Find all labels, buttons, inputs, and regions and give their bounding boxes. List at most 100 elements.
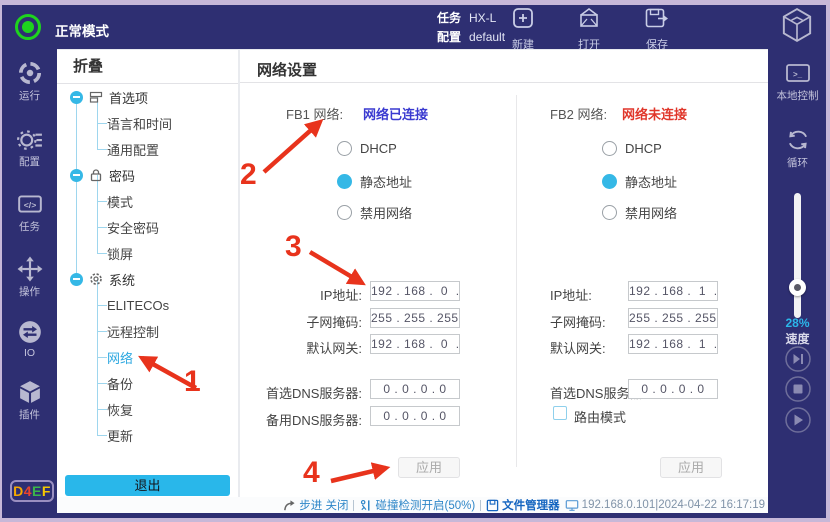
separator bbox=[353, 500, 354, 511]
fb1-mask-input[interactable] bbox=[370, 308, 460, 328]
sidebar-item-task[interactable]: </> 任务 bbox=[2, 191, 57, 234]
collision-detection-status[interactable]: 碰撞检测开启(50%) bbox=[359, 497, 475, 513]
sidebar-item-configure[interactable]: 配置 bbox=[2, 126, 57, 169]
fb2-dns1-input[interactable] bbox=[628, 379, 718, 399]
step-mode-status[interactable]: 步进 关闭 bbox=[283, 497, 348, 513]
fb2-mask-input[interactable] bbox=[628, 308, 718, 328]
fb1-dns1-label: 首选DNS服务器: bbox=[240, 383, 362, 402]
tree-node-label: 首选项 bbox=[109, 88, 148, 107]
fb2-radio-disable[interactable]: 禁用网络 bbox=[602, 204, 677, 220]
separator bbox=[480, 500, 481, 511]
status-bar: 步进 关闭 碰撞检测开启(50%) 文件管理器 192.168.0.101 bbox=[57, 497, 768, 513]
file-manager-icon bbox=[486, 499, 499, 512]
robot-controller-window: 正常模式 任务HX-L 配置default 新建 打开 保存 bbox=[0, 0, 830, 522]
tree-node-network-selected[interactable]: 网络 bbox=[57, 344, 238, 370]
safety-checksum-badge[interactable]: D4EF bbox=[10, 480, 54, 502]
fb1-gateway-input[interactable] bbox=[370, 334, 460, 354]
radio-unselected-icon[interactable] bbox=[602, 141, 617, 156]
radio-selected-icon[interactable] bbox=[337, 174, 352, 189]
fb1-radio-dhcp[interactable]: DHCP bbox=[337, 140, 397, 156]
fb1-radio-disable[interactable]: 禁用网络 bbox=[337, 204, 412, 220]
task-value: HX-L bbox=[469, 11, 496, 25]
plugin-cube-icon bbox=[17, 379, 43, 405]
play-button[interactable] bbox=[785, 407, 811, 433]
local-control-item[interactable]: >_ 本地控制 bbox=[769, 62, 826, 103]
collapse-minus-icon[interactable] bbox=[70, 273, 83, 286]
fb2-ip-input[interactable] bbox=[628, 281, 718, 301]
stop-icon bbox=[785, 376, 811, 402]
tree-node-security-password[interactable]: 安全密码 bbox=[57, 214, 238, 240]
exit-button[interactable]: 退出 bbox=[65, 475, 230, 496]
tree-node-system[interactable]: 系统 bbox=[57, 266, 238, 292]
fb2-gateway-input[interactable] bbox=[628, 334, 718, 354]
fb1-network-label: FB1 网络: bbox=[286, 104, 343, 123]
tree-node-elitecos[interactable]: ELITECOs bbox=[57, 292, 238, 318]
mode-indicator-icon[interactable] bbox=[15, 14, 41, 40]
fb2-radio-dhcp[interactable]: DHCP bbox=[602, 140, 662, 156]
collapse-minus-icon[interactable] bbox=[70, 169, 83, 182]
network-datetime-status[interactable]: 192.168.0.101|2024-04-22 16:17:19 bbox=[565, 499, 765, 512]
system-gear-icon bbox=[89, 272, 103, 286]
route-mode-checkbox[interactable] bbox=[553, 406, 567, 420]
preferences-icon bbox=[89, 90, 103, 104]
fb1-ip-input[interactable] bbox=[370, 281, 460, 301]
fb1-radio-static[interactable]: 静态地址 bbox=[337, 173, 412, 189]
speed-slider-track[interactable] bbox=[794, 193, 801, 318]
sidebar-item-io[interactable]: IO bbox=[2, 319, 57, 359]
config-label: 配置 bbox=[437, 30, 461, 44]
radio-unselected-icon[interactable] bbox=[337, 205, 352, 220]
tree-node-preferences[interactable]: 首选项 bbox=[57, 84, 238, 110]
radio-unselected-icon[interactable] bbox=[337, 141, 352, 156]
tree-node-language-time[interactable]: 语言和时间 bbox=[57, 110, 238, 136]
fb2-network-label: FB2 网络: bbox=[550, 104, 607, 123]
fb1-mask-label: 子网掩码: bbox=[240, 312, 362, 331]
tree-node-password[interactable]: 密码 bbox=[57, 162, 238, 188]
fb1-gateway-label: 默认网关: bbox=[240, 338, 362, 357]
step-arrow-icon bbox=[283, 499, 296, 512]
brand-logo bbox=[779, 7, 815, 48]
tree-node-backup[interactable]: 备份 bbox=[57, 370, 238, 396]
fb1-dns1-input[interactable] bbox=[370, 379, 460, 399]
save-button[interactable]: 保存 bbox=[634, 6, 680, 52]
open-envelope-icon bbox=[577, 6, 601, 30]
tree-node-general-config[interactable]: 通用配置 bbox=[57, 136, 238, 162]
new-button[interactable]: 新建 bbox=[500, 6, 546, 52]
loop-item[interactable]: 循环 bbox=[769, 127, 826, 170]
tree-node-lock-screen[interactable]: 锁屏 bbox=[57, 240, 238, 266]
speed-slider-thumb[interactable] bbox=[789, 279, 806, 296]
sidebar-item-plugin[interactable]: 插件 bbox=[2, 379, 57, 422]
run-icon bbox=[17, 60, 43, 86]
fb2-network-status: 网络未连接 bbox=[622, 104, 687, 123]
sidebar-item-operate[interactable]: 操作 bbox=[2, 256, 57, 299]
collapse-minus-icon[interactable] bbox=[70, 91, 83, 104]
sidebar-item-run[interactable]: 运行 bbox=[2, 60, 57, 103]
header-divider bbox=[240, 82, 768, 83]
page-title: 网络设置 bbox=[257, 59, 317, 80]
task-label: 任务 bbox=[437, 11, 461, 25]
tree-node-restore[interactable]: 恢复 bbox=[57, 396, 238, 422]
open-button[interactable]: 打开 bbox=[566, 6, 612, 52]
tree-node-remote-control[interactable]: 远程控制 bbox=[57, 318, 238, 344]
svg-text:>_: >_ bbox=[793, 70, 803, 79]
collision-icon bbox=[359, 499, 372, 512]
tree-collapse-header[interactable]: 折叠 bbox=[57, 50, 238, 84]
new-file-icon bbox=[511, 6, 535, 30]
sidebar-label-io: IO bbox=[2, 347, 57, 359]
radio-selected-icon[interactable] bbox=[602, 174, 617, 189]
tree-node-mode[interactable]: 模式 bbox=[57, 188, 238, 214]
fb1-dns2-input[interactable] bbox=[370, 406, 460, 426]
speed-label: 速度 bbox=[769, 330, 826, 347]
step-forward-button[interactable] bbox=[785, 346, 811, 372]
radio-unselected-icon[interactable] bbox=[602, 205, 617, 220]
stop-button[interactable] bbox=[785, 376, 811, 402]
fb2-apply-button[interactable]: 应用 bbox=[660, 457, 722, 478]
sidebar-label-configure: 配置 bbox=[2, 154, 57, 169]
fb2-radio-static[interactable]: 静态地址 bbox=[602, 173, 677, 189]
fb1-apply-button[interactable]: 应用 bbox=[398, 457, 460, 478]
tree-node-label: 密码 bbox=[109, 166, 135, 185]
io-exchange-icon bbox=[17, 319, 43, 345]
monitor-icon bbox=[565, 499, 579, 512]
tree-node-update[interactable]: 更新 bbox=[57, 422, 238, 448]
lock-icon bbox=[89, 168, 103, 182]
file-manager-button[interactable]: 文件管理器 bbox=[486, 497, 560, 513]
